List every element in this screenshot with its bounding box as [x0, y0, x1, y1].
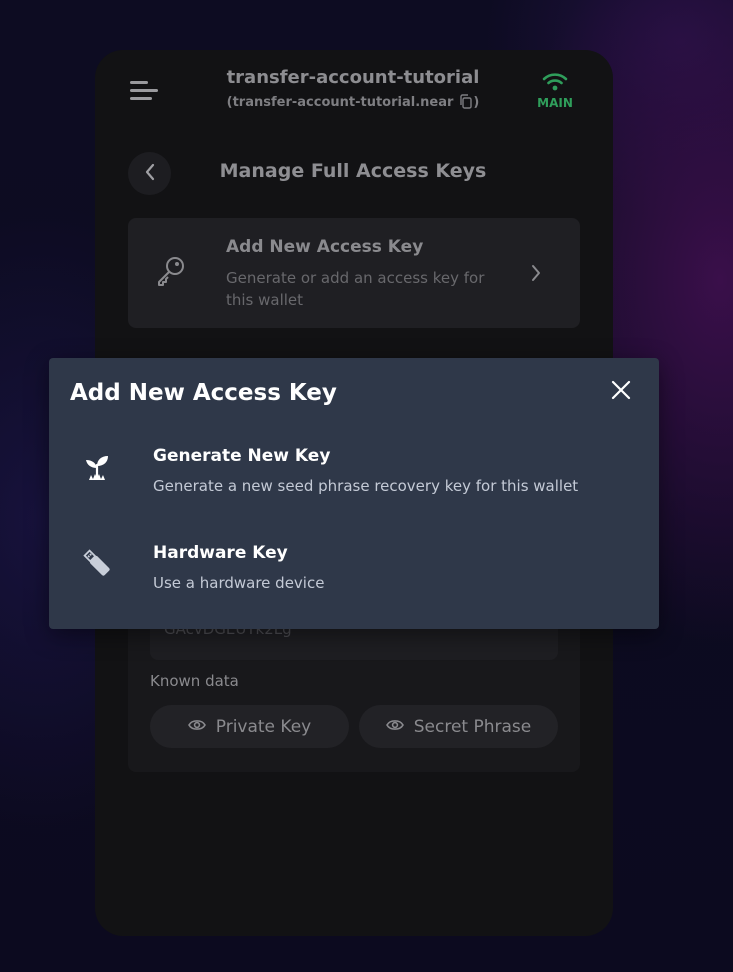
- wifi-icon: [542, 73, 568, 96]
- close-icon[interactable]: [609, 378, 633, 402]
- secret-phrase-button[interactable]: Secret Phrase: [359, 705, 558, 748]
- key-icon: [154, 254, 188, 292]
- add-access-key-title: Add New Access Key: [226, 237, 424, 257]
- page-title: Manage Full Access Keys: [219, 160, 487, 182]
- usb-drive-icon: [79, 545, 115, 581]
- add-access-key-card[interactable]: Add New Access Key Generate or add an ac…: [128, 218, 580, 328]
- chevron-left-icon: [144, 163, 156, 185]
- eye-icon: [187, 717, 206, 737]
- secret-phrase-label: Secret Phrase: [413, 716, 532, 737]
- account-id-line: (transfer-account-tutorial.near ): [203, 94, 503, 113]
- back-button[interactable]: [128, 152, 171, 195]
- private-key-button[interactable]: Private Key: [150, 705, 349, 748]
- copy-icon[interactable]: [459, 94, 473, 113]
- modal-title: Add New Access Key: [70, 380, 337, 406]
- hardware-key-description: Use a hardware device: [153, 574, 325, 592]
- hardware-key-option[interactable]: Hardware Key Use a hardware device: [49, 535, 659, 615]
- private-key-label: Private Key: [215, 716, 312, 737]
- account-name: transfer-account-tutorial: [226, 67, 480, 88]
- account-id: transfer-account-tutorial.near: [232, 95, 454, 110]
- generate-new-key-title: Generate New Key: [153, 446, 331, 466]
- network-label: MAIN: [537, 96, 573, 110]
- menu-icon[interactable]: [130, 81, 158, 103]
- known-data-label: Known data: [150, 672, 239, 690]
- hardware-key-title: Hardware Key: [153, 543, 288, 563]
- network-indicator[interactable]: MAIN: [533, 72, 577, 110]
- eye-icon: [385, 717, 404, 737]
- generate-new-key-option[interactable]: Generate New Key Generate a new seed phr…: [49, 438, 659, 518]
- generate-new-key-description: Generate a new seed phrase recovery key …: [153, 477, 579, 495]
- add-access-key-modal: Add New Access Key Generate New Key Gene…: [49, 358, 659, 629]
- access-key-card: GAcvDGEUTk2Lg Known data Private Key Sec…: [128, 610, 580, 772]
- add-access-key-description: Generate or add an access key for this w…: [226, 269, 485, 309]
- sprout-icon: [79, 448, 115, 484]
- account-id-close-paren: ): [473, 95, 480, 110]
- chevron-right-icon: [530, 264, 542, 286]
